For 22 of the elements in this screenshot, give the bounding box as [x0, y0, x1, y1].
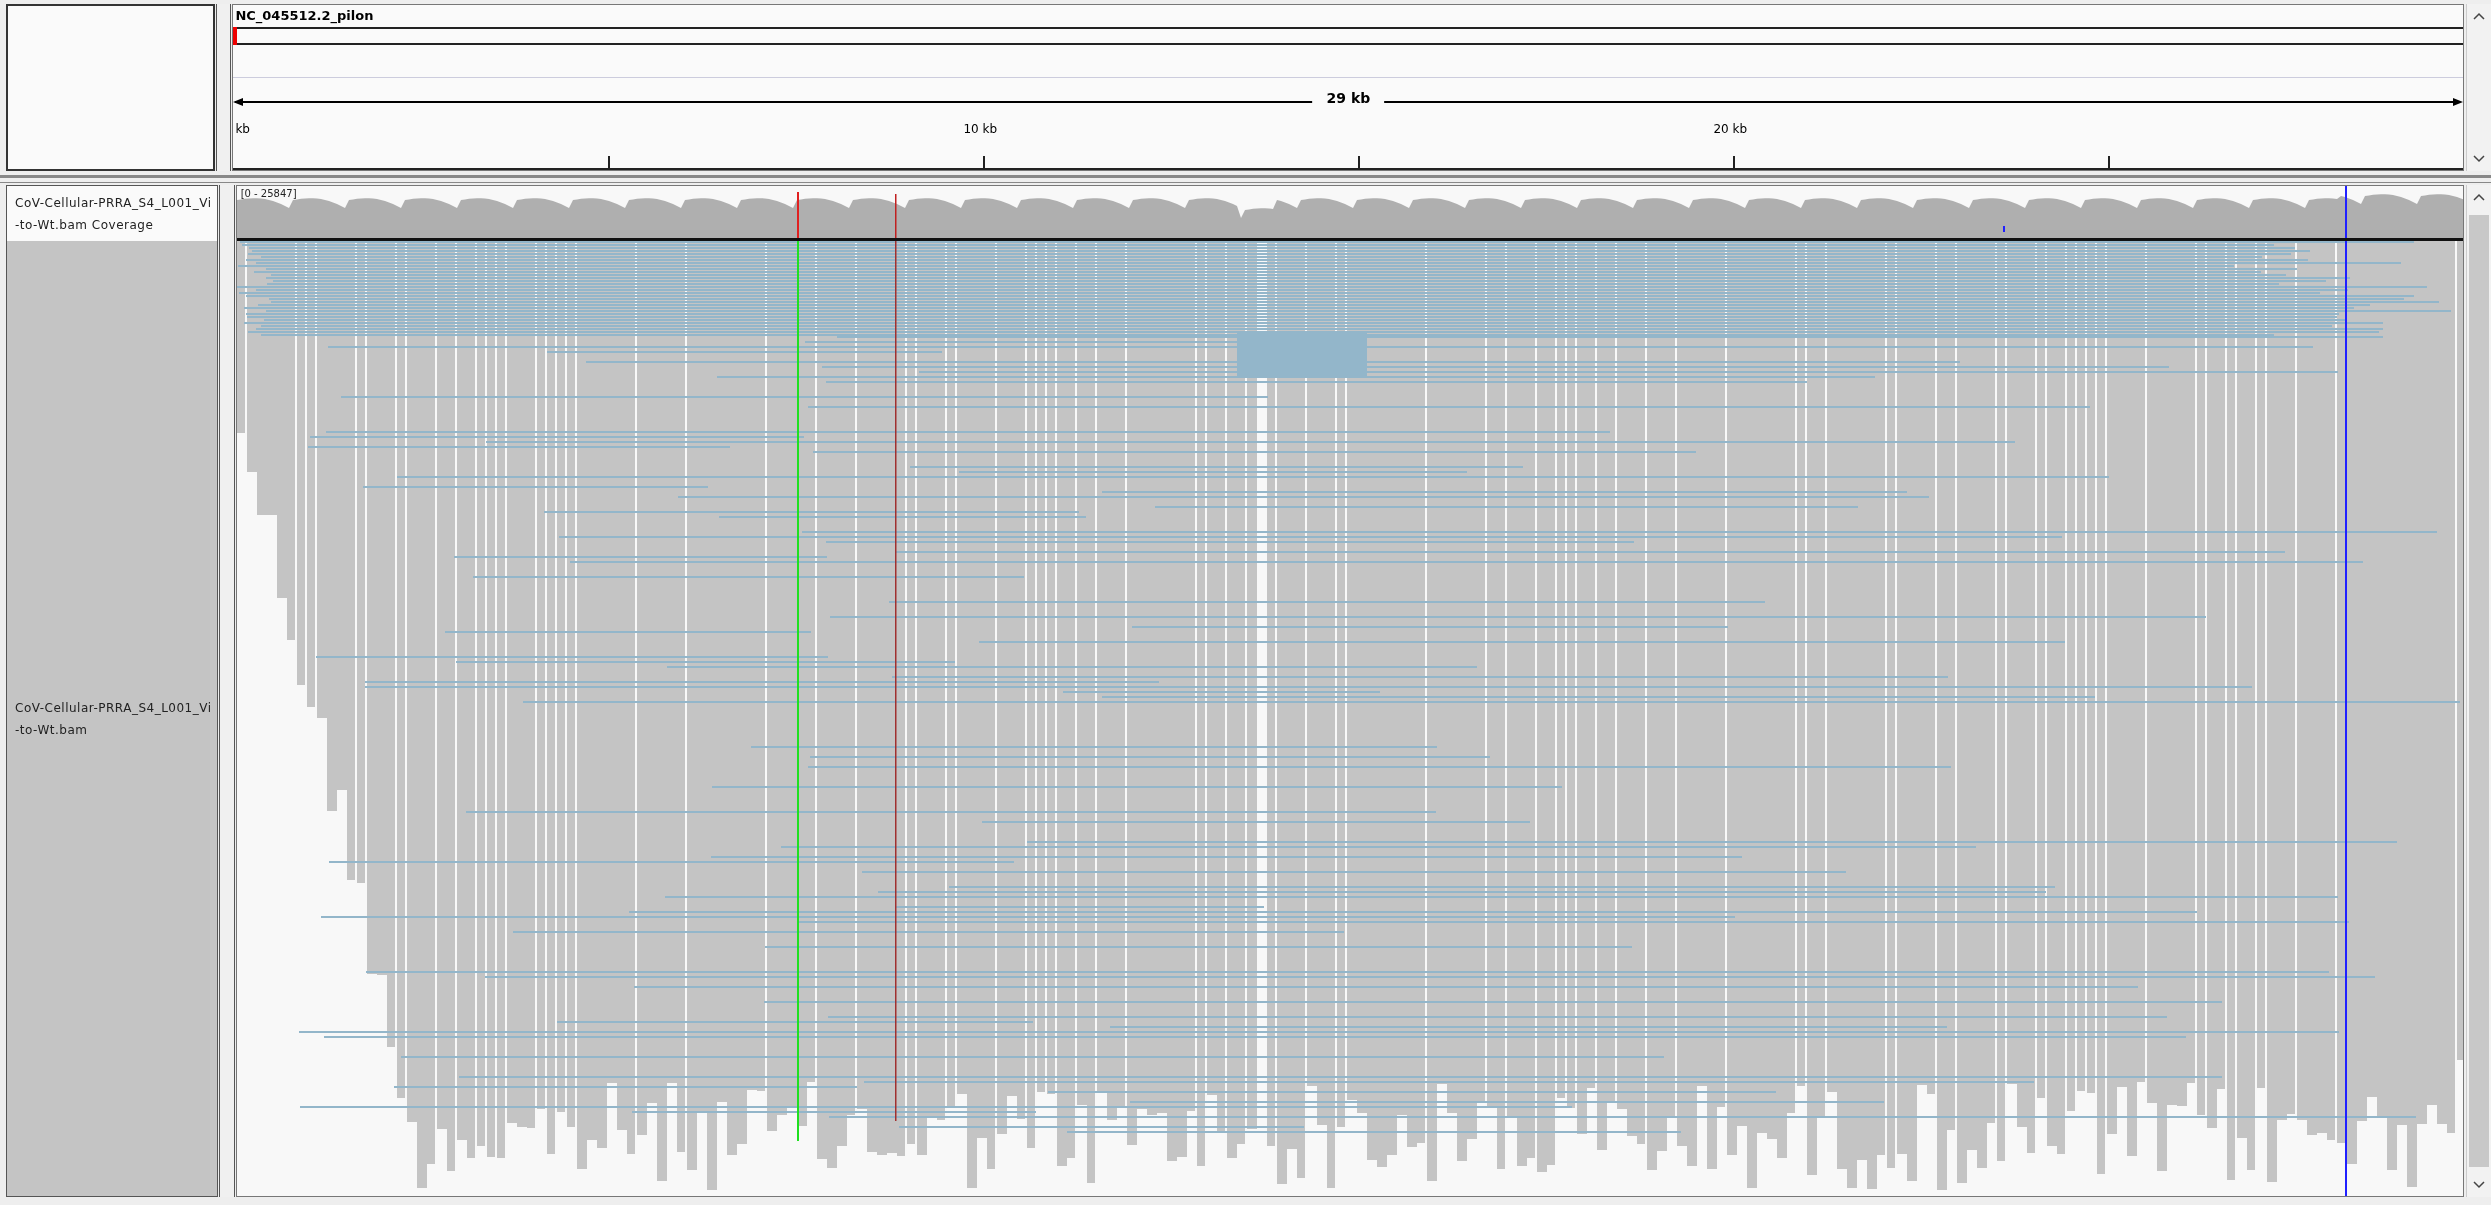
variant-line — [894, 194, 897, 238]
track-name: -to-Wt.bam Coverage — [15, 217, 155, 232]
variant-line — [2002, 226, 2005, 232]
scroll-up-icon[interactable] — [2473, 193, 2486, 201]
scroll-thumb[interactable] — [2469, 215, 2490, 1167]
track-name-panel[interactable]: CoV-Cellular-PRRA_S4_L001_Vi -to-Wt.bam Coverage — [7, 186, 217, 241]
sequence-name: NC_045512.2_pilon — [234, 7, 375, 26]
region-marker — [233, 27, 238, 45]
track-name: CoV-Cellular-PRRA_S4_L001_Vi — [15, 700, 213, 715]
track-name-panel[interactable]: CoV-Cellular-PRRA_S4_L001_Vi -to-Wt.bam — [7, 241, 217, 1196]
ruler-label: 10 kb — [963, 122, 998, 136]
track-name: -to-Wt.bam — [15, 722, 89, 737]
variant-line — [796, 192, 799, 238]
ruler-label: kb — [235, 122, 250, 136]
scroll-up-icon[interactable] — [2473, 12, 2486, 20]
scroll-down-icon[interactable] — [2473, 155, 2486, 163]
track-name: CoV-Cellular-PRRA_S4_L001_Vi — [15, 195, 213, 210]
data-range-label: [0 - 25847] — [240, 188, 297, 199]
scroll-down-icon[interactable] — [2473, 1181, 2486, 1189]
ruler-label: 20 kb — [1713, 122, 1748, 136]
variant-line — [2344, 186, 2347, 238]
span-label: 29 kb — [1312, 90, 1385, 106]
